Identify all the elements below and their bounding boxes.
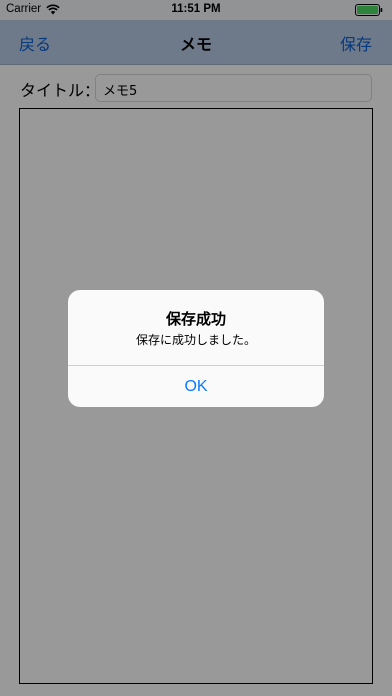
memo-screen: Carrier 11:51 PM 戻る メモ 保存 タイトル： メモ5 保存成功… bbox=[0, 0, 392, 696]
alert-message: 保存に成功しました。 bbox=[135, 333, 256, 347]
alert-title: 保存成功 bbox=[165, 310, 226, 328]
save-success-alert: 保存成功 保存に成功しました。 OK bbox=[68, 290, 324, 407]
ok-button[interactable]: OK bbox=[68, 366, 324, 407]
